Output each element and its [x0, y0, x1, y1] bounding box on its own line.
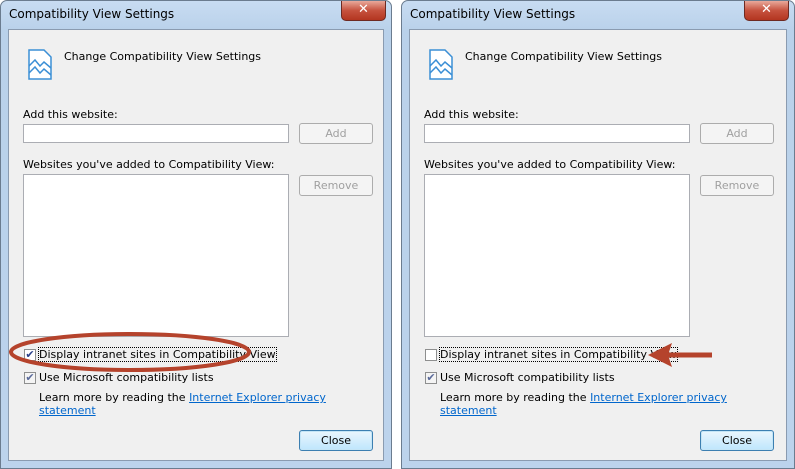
websites-listbox[interactable]: [23, 174, 289, 337]
dialog-body: Change Compatibility View Settings Add t…: [8, 29, 384, 461]
add-website-label: Add this website:: [23, 108, 118, 121]
learn-more-text: Learn more by reading the Internet Explo…: [440, 391, 786, 417]
close-button[interactable]: Close: [299, 430, 373, 451]
dialog-title: Compatibility View Settings: [410, 7, 576, 21]
close-window-button[interactable]: ✕: [341, 1, 386, 21]
compatibility-view-dialog: Compatibility View Settings ✕ Change Com…: [401, 0, 795, 469]
ms-lists-checkbox[interactable]: ✔: [24, 372, 36, 384]
dialog-heading: Change Compatibility View Settings: [64, 50, 262, 63]
ms-lists-label[interactable]: Use Microsoft compatibility lists: [440, 371, 615, 384]
compatibility-page-icon: [28, 49, 52, 80]
intranet-checkbox-label[interactable]: Display intranet sites in Compatibility …: [439, 347, 678, 362]
close-button[interactable]: Close: [700, 430, 774, 451]
dialog-title: Compatibility View Settings: [9, 7, 175, 21]
intranet-checkbox[interactable]: [425, 349, 437, 361]
close-window-button[interactable]: ✕: [744, 1, 789, 21]
compatibility-view-dialog: Compatibility View Settings ✕ Change Com…: [0, 0, 392, 469]
dialog-heading: Change Compatibility View Settings: [465, 50, 663, 63]
ms-lists-label[interactable]: Use Microsoft compatibility lists: [39, 371, 214, 384]
add-website-input[interactable]: [23, 124, 289, 143]
websites-list-label: Websites you've added to Compatibility V…: [23, 158, 275, 171]
websites-listbox[interactable]: [424, 174, 690, 337]
ms-lists-checkbox[interactable]: ✔: [425, 372, 437, 384]
learn-more-text: Learn more by reading the Internet Explo…: [39, 391, 383, 417]
remove-button[interactable]: Remove: [700, 175, 774, 196]
add-button[interactable]: Add: [700, 123, 774, 144]
add-button[interactable]: Add: [299, 123, 373, 144]
intranet-checkbox-label[interactable]: Display intranet sites in Compatibility …: [38, 347, 277, 362]
intranet-checkbox[interactable]: ✔: [24, 349, 36, 361]
dialog-body: Change Compatibility View Settings Add t…: [409, 29, 787, 461]
add-website-label: Add this website:: [424, 108, 519, 121]
learn-more-label: Learn more by reading the: [39, 391, 186, 404]
learn-more-label: Learn more by reading the: [440, 391, 587, 404]
websites-list-label: Websites you've added to Compatibility V…: [424, 158, 676, 171]
remove-button[interactable]: Remove: [299, 175, 373, 196]
compatibility-page-icon: [429, 49, 453, 80]
add-website-input[interactable]: [424, 124, 690, 143]
